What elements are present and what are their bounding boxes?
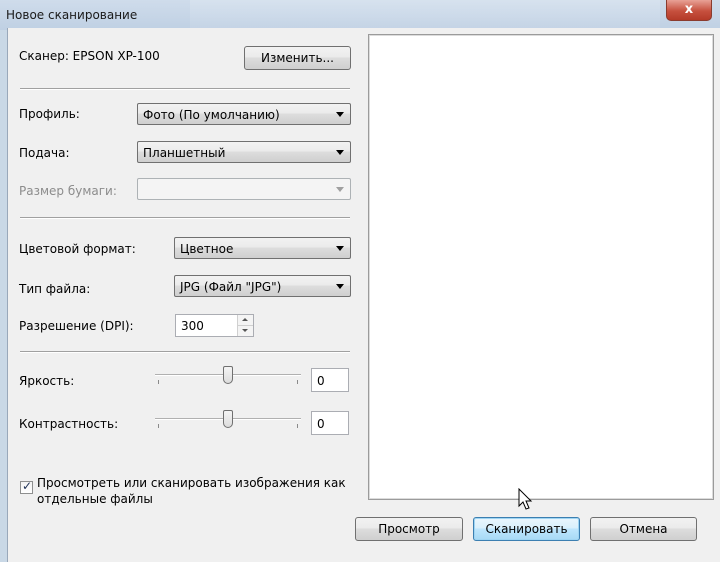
paper-size-dropdown — [137, 178, 351, 200]
brightness-input[interactable]: 0 — [311, 368, 349, 392]
profile-label: Профиль: — [19, 107, 80, 121]
slider-tick — [297, 380, 298, 384]
profile-value: Фото (По умолчанию) — [143, 108, 280, 122]
window-title: Новое сканирование — [6, 8, 138, 22]
brightness-value: 0 — [317, 374, 325, 388]
separator — [20, 217, 350, 219]
file-type-value: JPG (Файл "JPG") — [180, 280, 282, 294]
slider-thumb[interactable] — [223, 366, 233, 384]
checkmark-icon: ✓ — [22, 479, 33, 493]
resolution-label: Разрешение (DPI): — [19, 319, 134, 333]
file-type-label: Тип файла: — [19, 282, 91, 296]
chevron-down-icon — [336, 150, 344, 155]
paper-size-label: Размер бумаги: — [19, 184, 117, 198]
separate-files-label-line2: отдельные файлы — [37, 492, 153, 506]
close-icon: x — [684, 2, 694, 17]
feed-value: Планшетный — [143, 146, 226, 160]
cancel-button[interactable]: Отмена — [590, 517, 697, 541]
slider-thumb[interactable] — [223, 410, 233, 428]
chevron-down-icon — [336, 112, 344, 117]
resolution-value: 300 — [181, 319, 204, 333]
preview-area — [368, 34, 714, 500]
slider-tick — [158, 380, 159, 384]
mouse-cursor-icon — [518, 488, 533, 510]
brightness-label: Яркость: — [19, 374, 75, 388]
spin-up-icon[interactable] — [237, 315, 253, 326]
profile-dropdown[interactable]: Фото (По умолчанию) — [137, 103, 351, 125]
chevron-down-icon — [336, 246, 344, 251]
resolution-spinner[interactable]: 300 — [175, 314, 254, 337]
change-scanner-button[interactable]: Изменить... — [244, 46, 351, 70]
color-format-label: Цветовой формат: — [19, 242, 136, 256]
scanner-label: Сканер: EPSON XP-100 — [19, 49, 160, 63]
chevron-down-icon — [336, 187, 344, 192]
spin-down-icon[interactable] — [237, 326, 253, 336]
slider-tick — [158, 424, 159, 428]
separator — [20, 351, 350, 353]
separator — [20, 88, 350, 90]
preview-button[interactable]: Просмотр — [355, 517, 463, 541]
close-button[interactable]: x — [666, 0, 712, 21]
chevron-down-icon — [336, 284, 344, 289]
color-format-value: Цветное — [180, 242, 234, 256]
contrast-value: 0 — [317, 417, 325, 431]
separate-files-label-line1: Просмотреть или сканировать изображения … — [37, 476, 346, 490]
slider-tick — [297, 424, 298, 428]
dialog-body: Сканер: EPSON XP-100 Изменить... Профиль… — [7, 28, 720, 562]
contrast-input[interactable]: 0 — [311, 411, 349, 435]
color-format-dropdown[interactable]: Цветное — [174, 237, 351, 259]
scan-button[interactable]: Сканировать — [473, 517, 580, 541]
feed-dropdown[interactable]: Планшетный — [137, 141, 351, 163]
file-type-dropdown[interactable]: JPG (Файл "JPG") — [174, 275, 351, 297]
title-bar: Новое сканирование x — [0, 0, 720, 30]
brightness-slider[interactable] — [155, 364, 301, 388]
title-bar-glass — [190, 0, 660, 30]
separate-files-checkbox[interactable]: ✓ — [20, 479, 33, 494]
contrast-label: Контрастность: — [19, 417, 119, 431]
contrast-slider[interactable] — [155, 408, 301, 432]
feed-label: Подача: — [19, 146, 70, 160]
